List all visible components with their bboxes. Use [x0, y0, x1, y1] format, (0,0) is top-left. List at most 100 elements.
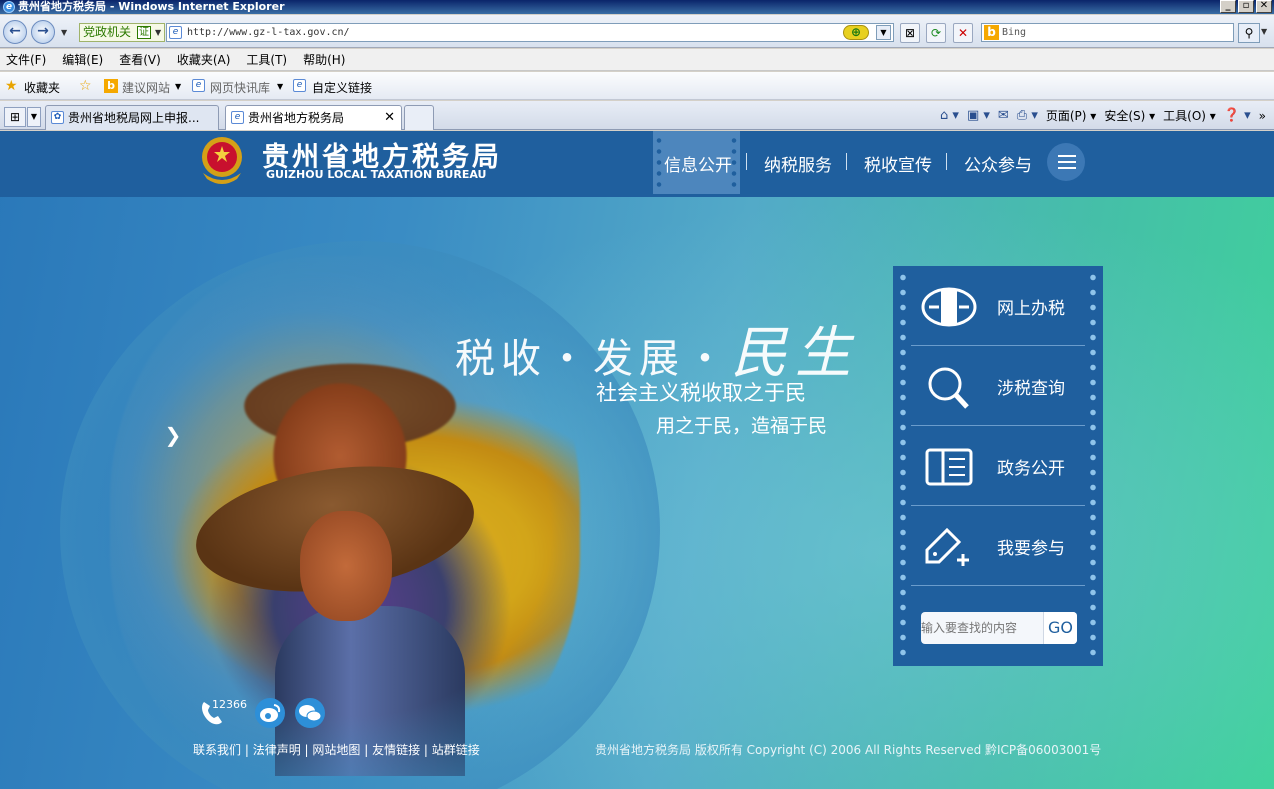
ie-icon: e: [3, 1, 15, 13]
chevron-more-icon[interactable]: »: [1259, 109, 1266, 123]
bing-suggest-icon: b: [104, 79, 118, 93]
rss-compat-icon[interactable]: ⊠: [900, 23, 920, 43]
search-options-icon[interactable]: ▼: [1261, 27, 1267, 36]
hero-line-3: 用之于民，造福于民: [656, 415, 828, 437]
zone-label: 党政机关: [83, 25, 132, 39]
back-button[interactable]: ←: [3, 20, 27, 44]
menu-favorites[interactable]: 收藏夹(A): [177, 51, 231, 68]
address-field[interactable]: e http://www.gz-l-tax.gov.cn/ ⊕ ▼: [166, 23, 894, 42]
mail-icon[interactable]: ✉: [998, 108, 1009, 123]
restore-button[interactable]: ▫: [1238, 0, 1254, 13]
menu-help[interactable]: 帮助(H): [303, 51, 345, 68]
footer-link-contact[interactable]: 联系我们: [193, 743, 241, 757]
suggested-dropdown-icon[interactable]: ▼: [175, 82, 181, 91]
site-search-input[interactable]: [921, 612, 1043, 644]
slogan-part1: 税收・发展・: [455, 336, 731, 382]
service-government-affairs[interactable]: 政务公开: [911, 426, 1085, 506]
footer-link-friends[interactable]: 友情链接: [372, 743, 420, 757]
add-favorite-icon[interactable]: ☆: [79, 78, 92, 94]
nav-public-participation[interactable]: 公众参与: [964, 151, 1032, 176]
menu-file[interactable]: 文件(F): [6, 51, 46, 68]
film-dots: [899, 270, 907, 662]
web-page: 贵州省地方税务局 GUIZHOU LOCAL TAXATION BUREAU 信…: [0, 131, 1274, 789]
compatibility-view-icon[interactable]: ⊕: [843, 25, 869, 40]
tab-bar: ⊞ ▼ ✿ 贵州省地税局网上申报... e 贵州省地方税务局 ✕ ⌂ ▾ ▣ ▾…: [0, 101, 1274, 130]
custom-links-link[interactable]: 自定义链接: [312, 79, 372, 96]
favorites-bar: ★ 收藏夹 ☆ b 建议网站 ▼ e 网页快讯库 ▼ e 自定义链接: [0, 72, 1274, 100]
site-search: GO: [921, 612, 1077, 644]
nav-tax-service[interactable]: 纳税服务: [764, 151, 832, 176]
nav-divider: [846, 153, 847, 170]
paw-icon: ✿: [51, 111, 64, 124]
certificate-icon[interactable]: 证: [137, 26, 151, 39]
national-emblem-icon[interactable]: [193, 133, 251, 187]
close-tab-icon[interactable]: ✕: [384, 106, 395, 130]
favorites-button[interactable]: 收藏夹: [24, 79, 60, 96]
feeds-icon[interactable]: ▣ ▾: [967, 108, 990, 123]
minimize-button[interactable]: _: [1220, 0, 1236, 13]
history-dropdown-icon[interactable]: ▼: [61, 28, 67, 37]
web-slice-gallery-link[interactable]: 网页快讯库: [210, 79, 270, 96]
tab-guizhou-tax-active[interactable]: e 贵州省地方税务局 ✕: [225, 105, 402, 130]
carousel-next-icon[interactable]: ❯: [160, 415, 186, 455]
nav-info-disclosure[interactable]: 信息公开: [664, 151, 732, 176]
hero-line-2: 社会主义税收取之于民: [596, 381, 806, 405]
site-search-go-button[interactable]: GO: [1043, 612, 1077, 644]
security-zone-badge[interactable]: 党政机关 证 ▼: [79, 23, 165, 42]
window-controls: _ ▫ ✕: [1220, 0, 1272, 13]
tab-label: 贵州省地方税务局: [248, 111, 345, 125]
tab-online-declaration[interactable]: ✿ 贵州省地税局网上申报...: [45, 105, 219, 130]
footer-link-legal[interactable]: 法律声明: [253, 743, 301, 757]
new-tab-button[interactable]: [404, 105, 434, 130]
service-online-tax[interactable]: 网上办税: [911, 266, 1085, 346]
wechat-icon[interactable]: [294, 697, 326, 729]
suggested-sites-link[interactable]: 建议网站: [122, 79, 170, 96]
menu-view[interactable]: 查看(V): [119, 51, 161, 68]
service-tax-query[interactable]: 涉税查询: [911, 346, 1085, 426]
service-participate[interactable]: 我要参与: [911, 506, 1085, 586]
service-label: 涉税查询: [997, 379, 1065, 399]
hotline-number: 12366: [212, 698, 247, 711]
weibo-icon[interactable]: [254, 697, 286, 729]
forward-button[interactable]: →: [31, 20, 55, 44]
tax-emblem-icon: [921, 287, 977, 327]
menu-bar: 文件(F) 编辑(E) 查看(V) 收藏夹(A) 工具(T) 帮助(H): [0, 49, 1274, 71]
search-placeholder[interactable]: Bing: [1002, 27, 1026, 38]
close-window-button[interactable]: ✕: [1256, 0, 1272, 13]
page-menu[interactable]: 页面(P) ▾: [1046, 107, 1096, 124]
quick-tabs-icon[interactable]: ⊞: [4, 107, 26, 127]
footer-link-sitegroup[interactable]: 站群链接: [432, 743, 480, 757]
refresh-icon[interactable]: ⟳: [926, 23, 946, 43]
menu-list-icon[interactable]: [1047, 143, 1085, 181]
print-icon[interactable]: ⎙ ▾: [1017, 108, 1038, 123]
help-icon[interactable]: ❓ ▾: [1224, 108, 1251, 123]
search-box[interactable]: b Bing: [981, 23, 1234, 42]
search-icon[interactable]: ⚲: [1238, 23, 1260, 43]
nav-divider: [746, 153, 747, 170]
tools-menu[interactable]: 工具(O) ▾: [1163, 107, 1216, 124]
safety-menu-label: 安全(S): [1104, 109, 1146, 123]
film-dots: [656, 135, 662, 190]
service-panel: 网上办税 涉税查询 政务公开 我要参与 输入要查找的内容 GO: [893, 266, 1103, 666]
slice-dropdown-icon[interactable]: ▼: [277, 82, 283, 91]
stop-icon[interactable]: ✕: [953, 23, 973, 43]
menu-edit[interactable]: 编辑(E): [62, 51, 103, 68]
window-title: 贵州省地方税务局 - Windows Internet Explorer: [18, 0, 285, 13]
address-url[interactable]: http://www.gz-l-tax.gov.cn/: [187, 27, 350, 38]
book-icon: [925, 448, 973, 486]
address-dropdown-icon[interactable]: ▼: [876, 25, 891, 40]
service-label: 政务公开: [997, 459, 1065, 479]
page-icon: e: [169, 26, 182, 39]
footer-link-sitemap[interactable]: 网站地图: [312, 743, 360, 757]
ie-page-icon: e: [231, 111, 244, 124]
zone-dropdown-icon[interactable]: ▼: [155, 24, 161, 41]
favorites-star-icon[interactable]: ★: [5, 78, 18, 94]
menu-tools[interactable]: 工具(T): [246, 51, 287, 68]
nav-tax-publicity[interactable]: 税收宣传: [864, 151, 932, 176]
home-icon[interactable]: ⌂ ▾: [940, 108, 959, 123]
tab-list-icon[interactable]: ▼: [27, 107, 41, 127]
address-toolbar: ← → ▼ 党政机关 证 ▼ e http://www.gz-l-tax.gov…: [0, 15, 1274, 48]
safety-menu[interactable]: 安全(S) ▾: [1104, 107, 1155, 124]
custom-link-icon: e: [293, 79, 306, 92]
copyright-text: 贵州省地方税务局 版权所有 Copyright (C) 2006 All Rig…: [595, 743, 1102, 757]
